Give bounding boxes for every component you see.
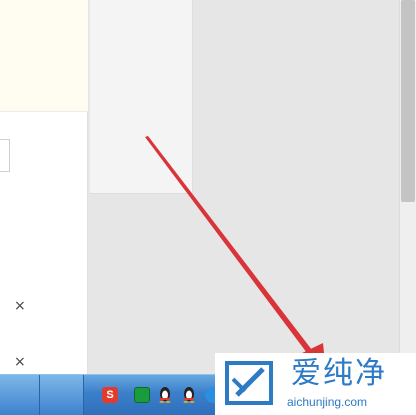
sogou-input-icon[interactable]: S [102, 387, 118, 403]
watermark-url: aichunjing.com [287, 395, 368, 409]
content-panel [90, 0, 193, 194]
taskbar-button[interactable] [0, 375, 40, 415]
notice-area [0, 0, 88, 112]
text-input[interactable] [0, 139, 10, 172]
watermark-logo: 爱纯净 aichunjing.com [215, 353, 416, 415]
qq-penguin-icon[interactable] [158, 385, 172, 403]
scrollbar-thumb[interactable] [401, 0, 415, 202]
watermark-mark-icon [225, 361, 273, 405]
watermark-title: 爱纯净 [291, 356, 387, 391]
close-icon[interactable]: × [14, 355, 26, 369]
left-panel: × × [0, 0, 88, 374]
taskbar-button[interactable] [40, 375, 84, 415]
qq-penguin-icon[interactable] [182, 385, 196, 403]
green-app-icon[interactable] [134, 387, 150, 403]
close-icon[interactable]: × [14, 299, 26, 313]
vertical-scrollbar[interactable] [399, 0, 416, 374]
